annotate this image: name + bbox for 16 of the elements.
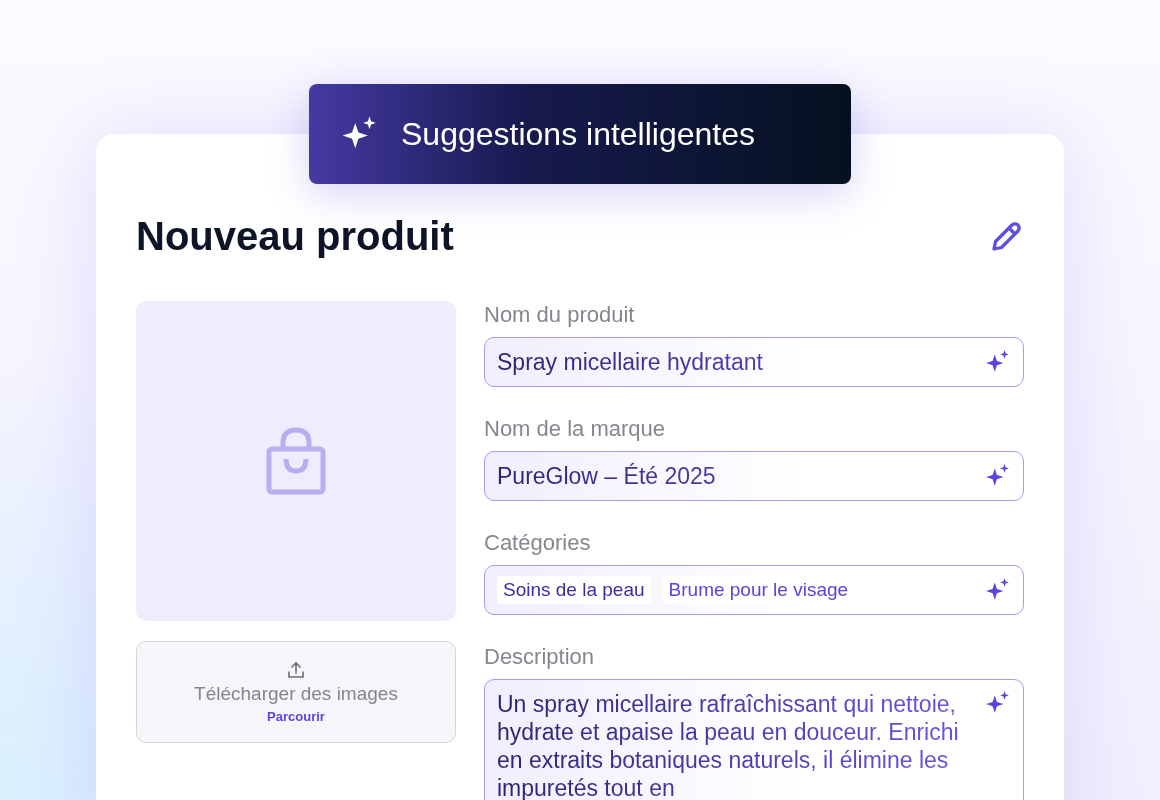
category-tag[interactable]: Soins de la peau	[497, 576, 651, 604]
input-field[interactable]: Spray micellaire hydratant	[484, 337, 1024, 387]
page-title: Nouveau produit	[136, 214, 454, 259]
upload-icon	[287, 660, 305, 679]
banner-title: Suggestions intelligentes	[401, 115, 755, 153]
field-label: Nom de la marque	[484, 415, 666, 443]
field-label: Catégories	[484, 529, 592, 557]
description-field[interactable]: Un spray micellaire rafraîchissant qui nettoie, hydrate et apaise la peau en douceur. Enrichi en extraits botaniques naturels, il élimine les impuretés tout en	[484, 679, 1024, 800]
shopping-bag-icon	[266, 427, 326, 495]
browse-link[interactable]: Parcourir	[267, 708, 325, 724]
categories-field[interactable]: Soins de la peau Brume pour le visage	[484, 565, 1024, 615]
input-field[interactable]: PureGlow – Été 2025	[484, 451, 1024, 501]
field-label: Nom du produit	[484, 301, 636, 329]
field-label: Description	[484, 643, 596, 671]
upload-label: Télécharger des images	[194, 682, 398, 705]
upload-area[interactable]: Télécharger des images Parcourir	[136, 641, 456, 743]
